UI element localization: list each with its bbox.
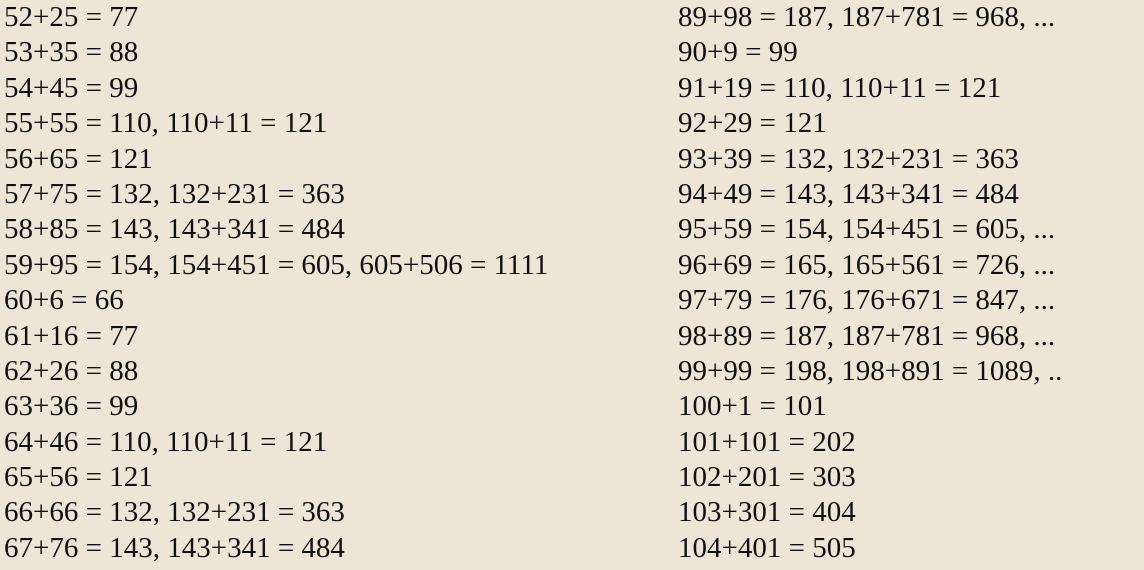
equation-line: 63+36 = 99	[4, 390, 139, 423]
equation-line: 90+9 = 99	[678, 36, 798, 69]
equation-line: 62+26 = 88	[4, 354, 139, 387]
equation-line: 100+1 = 101	[678, 390, 827, 423]
equation-line: 55+55 = 110, 110+11 = 121	[4, 107, 328, 140]
equation-line: 64+46 = 110, 110+11 = 121	[4, 425, 328, 458]
equation-line: 59+95 = 154, 154+451 = 605, 605+506 = 11…	[4, 248, 549, 281]
right-column: 89+98 = 187, 187+781 = 968, ... 90+9 = 9…	[678, 0, 1142, 566]
equation-line: 98+89 = 187, 187+781 = 968, ...	[678, 319, 1056, 352]
equation-line: 99+99 = 198, 198+891 = 1089, ..	[678, 354, 1063, 387]
equation-line: 57+75 = 132, 132+231 = 363	[4, 177, 345, 210]
equation-line: 53+35 = 88	[4, 36, 139, 69]
equation-line: 101+101 = 202	[678, 425, 856, 458]
equation-line: 54+45 = 99	[4, 71, 139, 104]
equation-line: 61+16 = 77	[4, 319, 139, 352]
document-page: 52+25 = 77 53+35 = 88 54+45 = 99 55+55 =…	[0, 0, 1144, 570]
left-column: 52+25 = 77 53+35 = 88 54+45 = 99 55+55 =…	[4, 0, 664, 566]
equation-line: 94+49 = 143, 143+341 = 484	[678, 177, 1019, 210]
equation-line: 96+69 = 165, 165+561 = 726, ...	[678, 248, 1056, 281]
equation-line: 58+85 = 143, 143+341 = 484	[4, 213, 345, 246]
equation-line: 91+19 = 110, 110+11 = 121	[678, 71, 1002, 104]
equation-line: 104+401 = 505	[678, 531, 856, 564]
equation-line: 89+98 = 187, 187+781 = 968, ...	[678, 1, 1056, 33]
equation-line: 95+59 = 154, 154+451 = 605, ...	[678, 213, 1056, 246]
equation-line: 103+301 = 404	[678, 496, 856, 529]
equation-line: 66+66 = 132, 132+231 = 363	[4, 496, 345, 529]
equation-line: 52+25 = 77	[4, 1, 139, 33]
equation-line: 65+56 = 121	[4, 461, 153, 494]
equation-line: 102+201 = 303	[678, 461, 856, 494]
equation-line: 67+76 = 143, 143+341 = 484	[4, 531, 345, 564]
equation-line: 92+29 = 121	[678, 107, 827, 140]
equation-line: 97+79 = 176, 176+671 = 847, ...	[678, 284, 1056, 317]
equation-line: 60+6 = 66	[4, 284, 124, 317]
equation-line: 93+39 = 132, 132+231 = 363	[678, 142, 1019, 175]
equation-line: 56+65 = 121	[4, 142, 153, 175]
